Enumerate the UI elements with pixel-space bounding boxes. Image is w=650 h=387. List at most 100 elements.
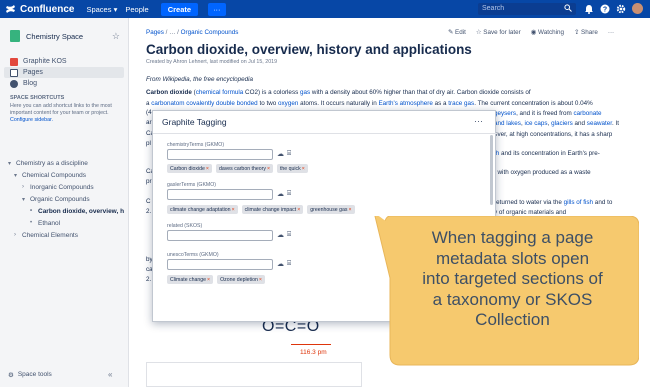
link-trace-gas[interactable]: trace gas bbox=[448, 100, 474, 107]
chevron-down-icon[interactable]: ▾ bbox=[22, 196, 30, 203]
text-run: CO2) is a colorless bbox=[243, 89, 300, 96]
unesco-terms-tags: Climate change× Ozone depletion× bbox=[167, 275, 265, 284]
create-button[interactable]: Create bbox=[160, 2, 199, 16]
tree-item-carbon-dioxide[interactable]: • Carbon dioxide, overview, h bbox=[0, 205, 129, 217]
tag-label: greenhouse gas bbox=[310, 206, 348, 213]
tag-chip[interactable]: Ozone depletion× bbox=[217, 275, 265, 284]
link-ice-caps[interactable]: ice caps bbox=[524, 120, 547, 127]
taxonomy-tree-icon[interactable]: ⌸ bbox=[287, 231, 291, 239]
space-name[interactable]: Chemistry Space bbox=[26, 32, 112, 41]
tag-label: climate change impact bbox=[244, 206, 297, 213]
taxonomy-tree-icon[interactable]: ⌸ bbox=[287, 150, 291, 158]
breadcrumb-pages[interactable]: Pages bbox=[146, 29, 164, 36]
link-gills-of-fish[interactable]: gills of fish bbox=[564, 199, 593, 206]
search-icon bbox=[564, 4, 572, 12]
sidebar-item-blog[interactable]: Blog bbox=[0, 78, 128, 89]
link-carbonate[interactable]: carbonate bbox=[573, 110, 601, 117]
remove-tag-icon[interactable]: × bbox=[207, 277, 210, 283]
space-tools-button[interactable]: ⚙ Space tools bbox=[8, 371, 52, 379]
tag-label: daves carbon theory bbox=[218, 165, 266, 172]
help-icon[interactable]: ? bbox=[600, 4, 610, 14]
gasler-terms-input[interactable] bbox=[167, 189, 273, 200]
watching-label: Watching bbox=[538, 29, 565, 36]
tree-item-chemical-compounds[interactable]: ▾ Chemical Compounds bbox=[0, 169, 129, 181]
link-lakes[interactable]: and lakes bbox=[494, 120, 521, 127]
gear-icon: ⚙ bbox=[8, 372, 14, 379]
article-fragment: ever, at high concentrations, it has a s… bbox=[494, 131, 613, 138]
breadcrumb: Pages / … / Organic Compounds bbox=[146, 29, 238, 36]
collapse-sidebar-icon[interactable]: « bbox=[108, 370, 112, 379]
text-fragment: 2. bbox=[146, 208, 152, 215]
edit-button[interactable]: ✎ Edit bbox=[448, 29, 466, 36]
breadcrumb-organic-compounds[interactable]: Organic Compounds bbox=[181, 29, 239, 36]
more-actions-button[interactable]: ··· bbox=[608, 29, 614, 36]
tag-lookup-icon[interactable]: ☁ bbox=[277, 260, 284, 268]
tag-chip[interactable]: climate change impact× bbox=[241, 205, 304, 214]
tree-item-inorganic[interactable]: › Inorganic Compounds bbox=[0, 181, 129, 193]
tree-item-chemistry[interactable]: ▾ Chemistry as a discipline bbox=[0, 157, 129, 169]
tag-lookup-icon[interactable]: ☁ bbox=[277, 190, 284, 198]
text-run: atoms. It occurs naturally in bbox=[298, 99, 379, 107]
sidebar-item-graphite-kos[interactable]: Graphite KOS bbox=[0, 56, 128, 67]
share-label: Share bbox=[581, 29, 598, 36]
taxonomy-tree-icon[interactable]: ⌸ bbox=[287, 260, 291, 268]
spaces-menu[interactable]: Spaces ▾ bbox=[86, 5, 117, 14]
tag-chip[interactable]: climate change adaptation× bbox=[167, 205, 238, 214]
link-seawater[interactable]: seawater bbox=[587, 120, 612, 127]
settings-gear-icon[interactable] bbox=[616, 4, 626, 14]
taxonomy-tree-icon[interactable]: ⌸ bbox=[287, 190, 291, 198]
star-icon[interactable]: ☆ bbox=[112, 31, 120, 42]
tag-lookup-icon[interactable]: ☁ bbox=[277, 150, 284, 158]
remove-tag-icon[interactable]: × bbox=[232, 207, 235, 213]
remove-tag-icon[interactable]: × bbox=[206, 166, 209, 172]
remove-tag-icon[interactable]: × bbox=[348, 207, 351, 213]
search-input[interactable]: Search bbox=[478, 3, 576, 15]
tag-chip[interactable]: daves carbon theory× bbox=[215, 164, 273, 173]
space-sidebar: Chemistry Space ☆ Graphite KOS Pages Blo… bbox=[0, 18, 129, 387]
tree-item-chemical-elements[interactable]: › Chemical Elements bbox=[0, 229, 129, 241]
callout-line: metadata slots open bbox=[435, 248, 590, 268]
link-oxygen[interactable]: oxygen bbox=[278, 100, 298, 107]
unesco-terms-input[interactable] bbox=[167, 259, 273, 270]
link-geysers[interactable]: geysers bbox=[494, 110, 516, 117]
breadcrumb-separator: / … / bbox=[163, 29, 179, 36]
text-run: and to bbox=[593, 199, 613, 206]
dialog-more-button[interactable]: ··· bbox=[474, 116, 483, 126]
share-button[interactable]: ⇪ Share bbox=[574, 29, 598, 36]
chevron-right-icon[interactable]: › bbox=[14, 232, 22, 238]
watching-button[interactable]: ◉ Watching bbox=[531, 29, 564, 36]
people-link[interactable]: People bbox=[125, 5, 148, 14]
remove-tag-icon[interactable]: × bbox=[267, 166, 270, 172]
tag-label: Ozone depletion bbox=[220, 276, 258, 283]
tree-item-ethanol[interactable]: • Ethanol bbox=[0, 217, 129, 229]
notifications-bell-icon[interactable] bbox=[584, 4, 594, 14]
user-avatar[interactable] bbox=[632, 3, 643, 14]
tag-chip[interactable]: the quick× bbox=[276, 164, 308, 173]
tag-chip[interactable]: Carbon dioxide× bbox=[167, 164, 212, 173]
remove-tag-icon[interactable]: × bbox=[302, 166, 305, 172]
tag-lookup-icon[interactable]: ☁ bbox=[277, 231, 284, 239]
tree-item-organic[interactable]: ▾ Organic Compounds bbox=[0, 193, 129, 205]
confluence-logo[interactable]: Confluence bbox=[5, 4, 74, 15]
remove-tag-icon[interactable]: × bbox=[259, 277, 262, 283]
link-glaciers[interactable]: glaciers bbox=[551, 120, 573, 127]
link-carbon-atom[interactable]: carbonatom covalently double bonded bbox=[151, 100, 257, 107]
tag-chip[interactable]: greenhouse gas× bbox=[307, 205, 355, 214]
sidebar-item-pages[interactable]: Pages bbox=[4, 67, 124, 78]
tag-chip[interactable]: Climate change× bbox=[167, 275, 214, 284]
remove-tag-icon[interactable]: × bbox=[297, 207, 300, 213]
configure-sidebar-link[interactable]: Configure sidebar. bbox=[0, 117, 128, 123]
save-for-later-button[interactable]: ☆ Save for later bbox=[476, 29, 521, 36]
link-gas[interactable]: gas bbox=[300, 89, 310, 96]
chevron-down-icon[interactable]: ▾ bbox=[8, 160, 16, 167]
chevron-right-icon[interactable]: › bbox=[22, 184, 30, 190]
chemistry-terms-input[interactable] bbox=[167, 149, 273, 160]
link-earths-atmosphere[interactable]: Earth's atmosphere bbox=[378, 100, 432, 107]
related-input[interactable] bbox=[167, 230, 273, 241]
link-chemical-formula[interactable]: chemical formula bbox=[196, 89, 244, 96]
chevron-down-icon[interactable]: ▾ bbox=[14, 172, 22, 179]
dialog-scrollbar[interactable] bbox=[490, 135, 493, 205]
create-more-button[interactable]: ··· bbox=[208, 2, 226, 16]
source-attribution: From Wikipedia, the free encyclopedia bbox=[146, 76, 254, 83]
eye-icon: ◉ bbox=[530, 29, 537, 36]
